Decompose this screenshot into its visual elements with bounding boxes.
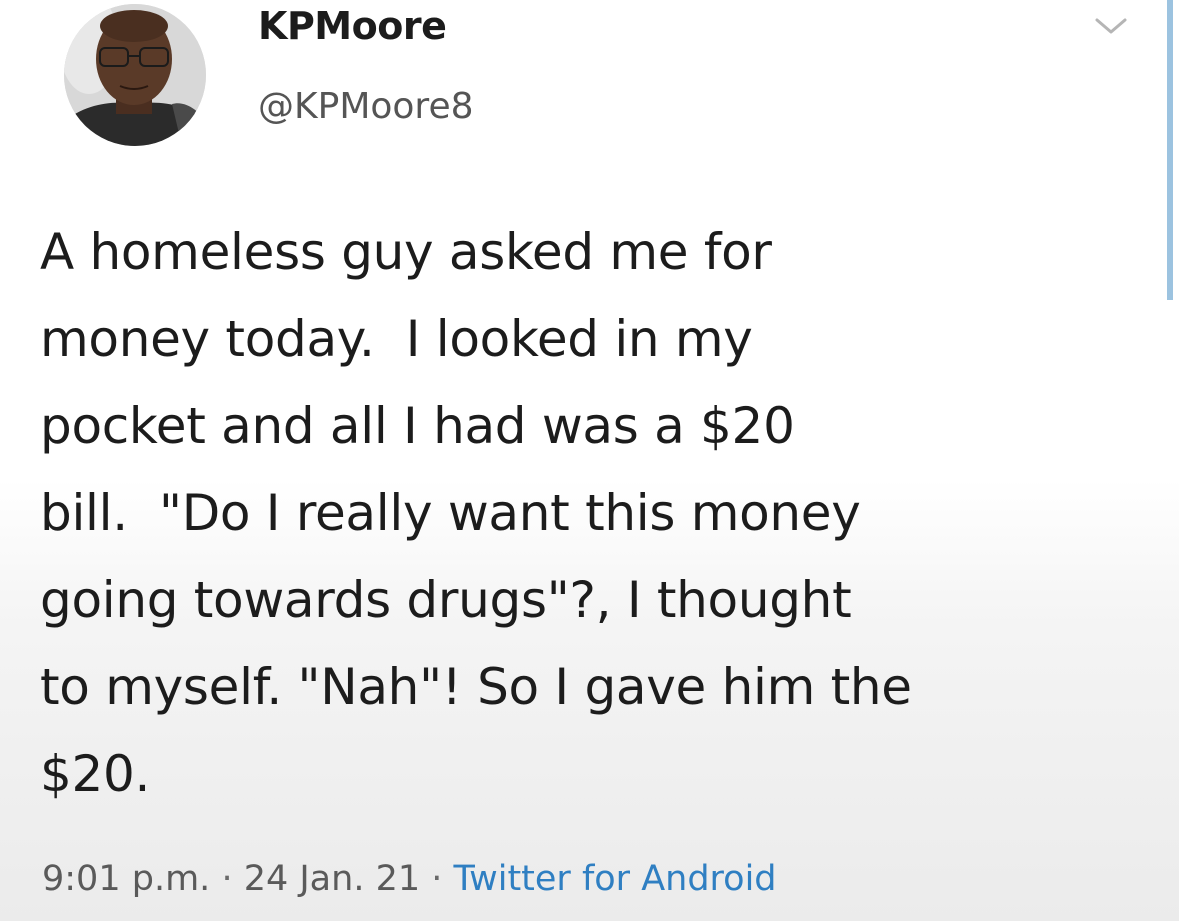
tweet-card: KPMoore @KPMoore8 A homeless guy asked m… (0, 0, 1179, 921)
author-handle[interactable]: @KPMoore8 (258, 84, 474, 130)
tweet-text: A homeless guy asked me for money today.… (40, 223, 912, 803)
tweet-time[interactable]: 9:01 p.m. (42, 859, 210, 899)
author-display-name[interactable]: KPMoore (258, 2, 447, 50)
meta-separator: · (221, 859, 244, 899)
avatar-photo (64, 4, 206, 146)
tweet-meta: 9:01 p.m. · 24 Jan. 21 · Twitter for And… (42, 854, 777, 904)
tweet-source-link[interactable]: Twitter for Android (454, 859, 777, 899)
avatar[interactable] (64, 4, 206, 146)
chevron-down-icon[interactable] (1091, 12, 1131, 40)
tweet-date[interactable]: 24 Jan. 21 (244, 859, 420, 899)
meta-separator: · (431, 859, 454, 899)
scroll-indicator (1167, 0, 1173, 300)
